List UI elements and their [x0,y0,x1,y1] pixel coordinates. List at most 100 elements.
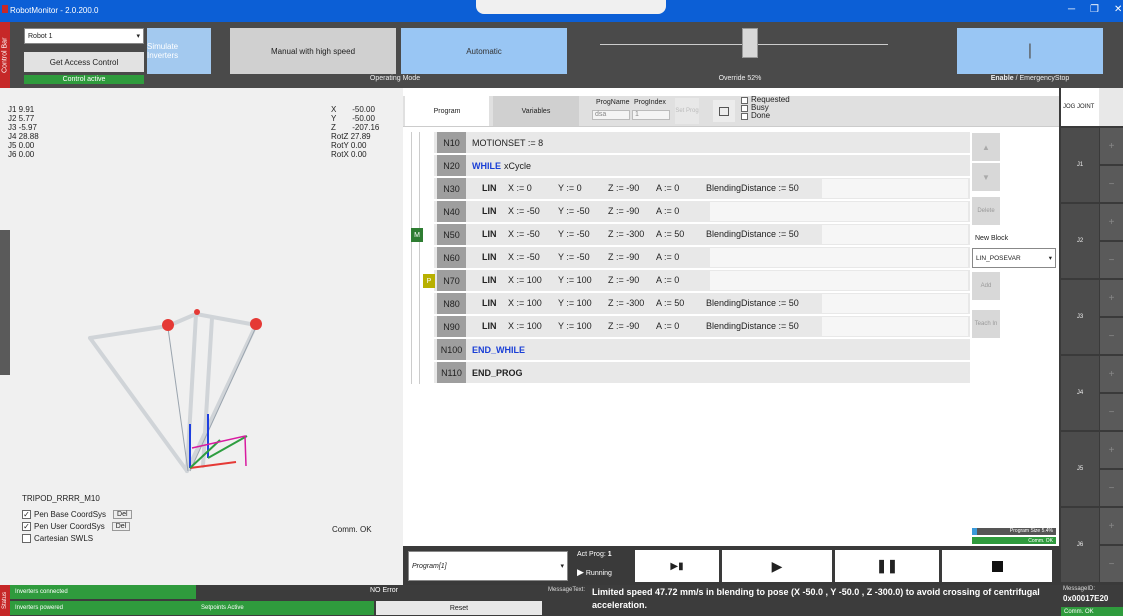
z-param: Z := -90 [608,275,640,285]
prog-index-input[interactable]: 1 [632,110,670,120]
line-comment-box[interactable] [710,202,968,221]
step-button[interactable]: ▶▮ [635,550,719,582]
y-param: Y := 100 [558,275,592,285]
line-number: N100 [437,339,466,360]
pen-user-del-button[interactable]: Del [111,522,131,531]
override-slider-thumb[interactable] [741,28,758,58]
new-block-value: LIN_POSEVAR [976,254,1021,262]
program-line[interactable]: N20 WHILE xCycle [434,155,970,176]
robot-select-value: Robot 1 [28,32,53,40]
step-icon: ▶▮ [670,560,684,572]
simulate-inverters-button[interactable]: Simulate Inverters [147,28,211,74]
pen-user-checkbox[interactable]: ✓ [22,522,31,531]
stop-button[interactable] [942,550,1052,582]
prog-index-label: ProgIndex [634,99,666,106]
move-down-button[interactable]: ▼ [972,163,1000,191]
line-number: N50 [437,224,466,245]
minimize-button[interactable]: ─ [1068,4,1075,15]
jog-minus-button[interactable]: − [1100,470,1123,506]
jog-minus-button[interactable]: − [1100,242,1123,278]
jog-minus-button[interactable]: − [1100,318,1123,354]
pause-button[interactable]: ❚❚ [835,550,939,582]
program-line[interactable]: N10 MOTIONSET := 8 [434,132,970,153]
line-comment-box[interactable] [822,225,968,244]
add-button[interactable]: Add [972,272,1000,300]
overlapping-window-edge [0,230,10,375]
cartesian-swls-option[interactable]: Cartesian SWLS [22,534,93,543]
jog-minus-button[interactable]: − [1100,394,1123,430]
y-param: Y := 100 [558,298,592,308]
robot-select[interactable]: Robot 1 ▾ [24,28,144,44]
jog-mode-label[interactable]: JOG JOINT [1061,88,1099,126]
restore-button[interactable]: ❐ [1090,4,1099,15]
gutter-line-left [411,132,412,384]
a-param: A := 0 [656,321,680,331]
pen-base-del-button[interactable]: Del [113,510,132,519]
teach-in-button[interactable]: Teach In [972,310,1000,338]
blending-param: BlendingDistance := 50 [706,321,799,331]
a-param: A := 0 [656,252,680,262]
program-line[interactable]: N50 LIN X := -50 Y := -50 Z := -300 A := 50 Bl… [434,224,970,245]
chevron-down-icon: ▾ [1048,255,1052,262]
prog-name-input[interactable]: dsa [592,110,630,120]
jog-plus-button[interactable]: + [1100,128,1123,164]
program-line[interactable]: N90 LIN X := 100 Y := 100 Z := -90 A := 0 Blen… [434,316,970,337]
play-icon: ▶ [771,557,783,574]
blending-param: BlendingDistance := 50 [706,298,799,308]
reset-button[interactable]: Reset [376,601,542,615]
cart-axis: X [331,105,337,114]
line-comment-box[interactable] [710,248,968,267]
set-prog-button[interactable]: Set Prog [675,98,699,124]
line-comment-box[interactable] [822,179,968,198]
program-line[interactable]: N100 END_WHILE [434,339,970,360]
jog-plus-button[interactable]: + [1100,432,1123,468]
pen-base-option[interactable]: ✓ Pen Base CoordSys Del [22,510,132,519]
close-button[interactable]: ✕ [1114,4,1122,15]
jog-panel: JOG JOINT J1 + − J2 + − J3 + − J4 + − J5 + − J6 + − [1059,88,1123,585]
y-param: Y := -50 [558,229,590,239]
jog-minus-button[interactable]: − [1100,166,1123,202]
program-line[interactable]: N60 LIN X := -50 Y := -50 Z := -90 A := 0 [434,247,970,268]
enable-button[interactable]: | [957,28,1103,74]
cart-value: 0.00 [351,150,367,159]
move-up-button[interactable]: ▲ [972,133,1000,161]
inverters-connected-indicator: Inverters connected [10,585,196,599]
program-line[interactable]: N40 LIN X := -50 Y := -50 Z := -90 A := 0 [434,201,970,222]
program-select[interactable]: Program[1] ▾ [408,551,568,581]
pen-base-checkbox[interactable]: ✓ [22,510,31,519]
cart-value: 27.89 [350,132,371,141]
tab-variables[interactable]: Variables [493,96,579,126]
jog-plus-button[interactable]: + [1100,280,1123,316]
a-param: A := 0 [656,183,680,193]
new-block-select[interactable]: LIN_POSEVAR ▾ [972,248,1056,268]
program-line[interactable]: N80 LIN X := 100 Y := 100 Z := -300 A := 50 Bl… [434,293,970,314]
joint-values: J1 9.91 J2 5.77 J3 -5.97 J4 28.88 J5 0.0… [8,105,39,159]
delete-button[interactable]: Delete [972,197,1000,225]
title-tab-handle[interactable] [476,0,666,14]
manual-high-speed-button[interactable]: Manual with high speed [230,28,396,74]
pen-user-option[interactable]: ✓ Pen User CoordSys Del [22,522,131,531]
app-icon [2,5,8,13]
program-line[interactable]: N70 LIN X := 100 Y := 100 Z := -90 A := 0 [434,270,970,291]
line-comment-box[interactable] [710,271,968,290]
jog-mode-pad [1099,88,1123,126]
jog-plus-button[interactable]: + [1100,356,1123,392]
program-line[interactable]: N30 LIN X := 0 Y := 0 Z := -90 A := 0 Blending… [434,178,970,199]
jog-joint-label: J1 [1061,128,1099,202]
status-bar-label: Status [0,585,10,616]
jog-minus-button[interactable]: − [1100,546,1123,582]
jog-plus-button[interactable]: + [1100,508,1123,544]
cartesian-swls-checkbox[interactable] [22,534,31,543]
save-icon[interactable] [713,100,735,122]
line-comment-box[interactable] [822,317,968,336]
robot-view-panel: J1 9.91 J2 5.77 J3 -5.97 J4 28.88 J5 0.0… [0,88,403,585]
play-button[interactable]: ▶ [722,550,832,582]
line-comment-box[interactable] [822,294,968,313]
tab-program[interactable]: Program [405,96,489,126]
automatic-button[interactable]: Automatic [401,28,567,74]
robot-3d-view[interactable] [60,288,320,488]
get-access-button[interactable]: Get Access Control [24,52,144,72]
a-param: A := 0 [656,275,680,285]
jog-plus-button[interactable]: + [1100,204,1123,240]
program-line[interactable]: N110 END_PROG [434,362,970,383]
